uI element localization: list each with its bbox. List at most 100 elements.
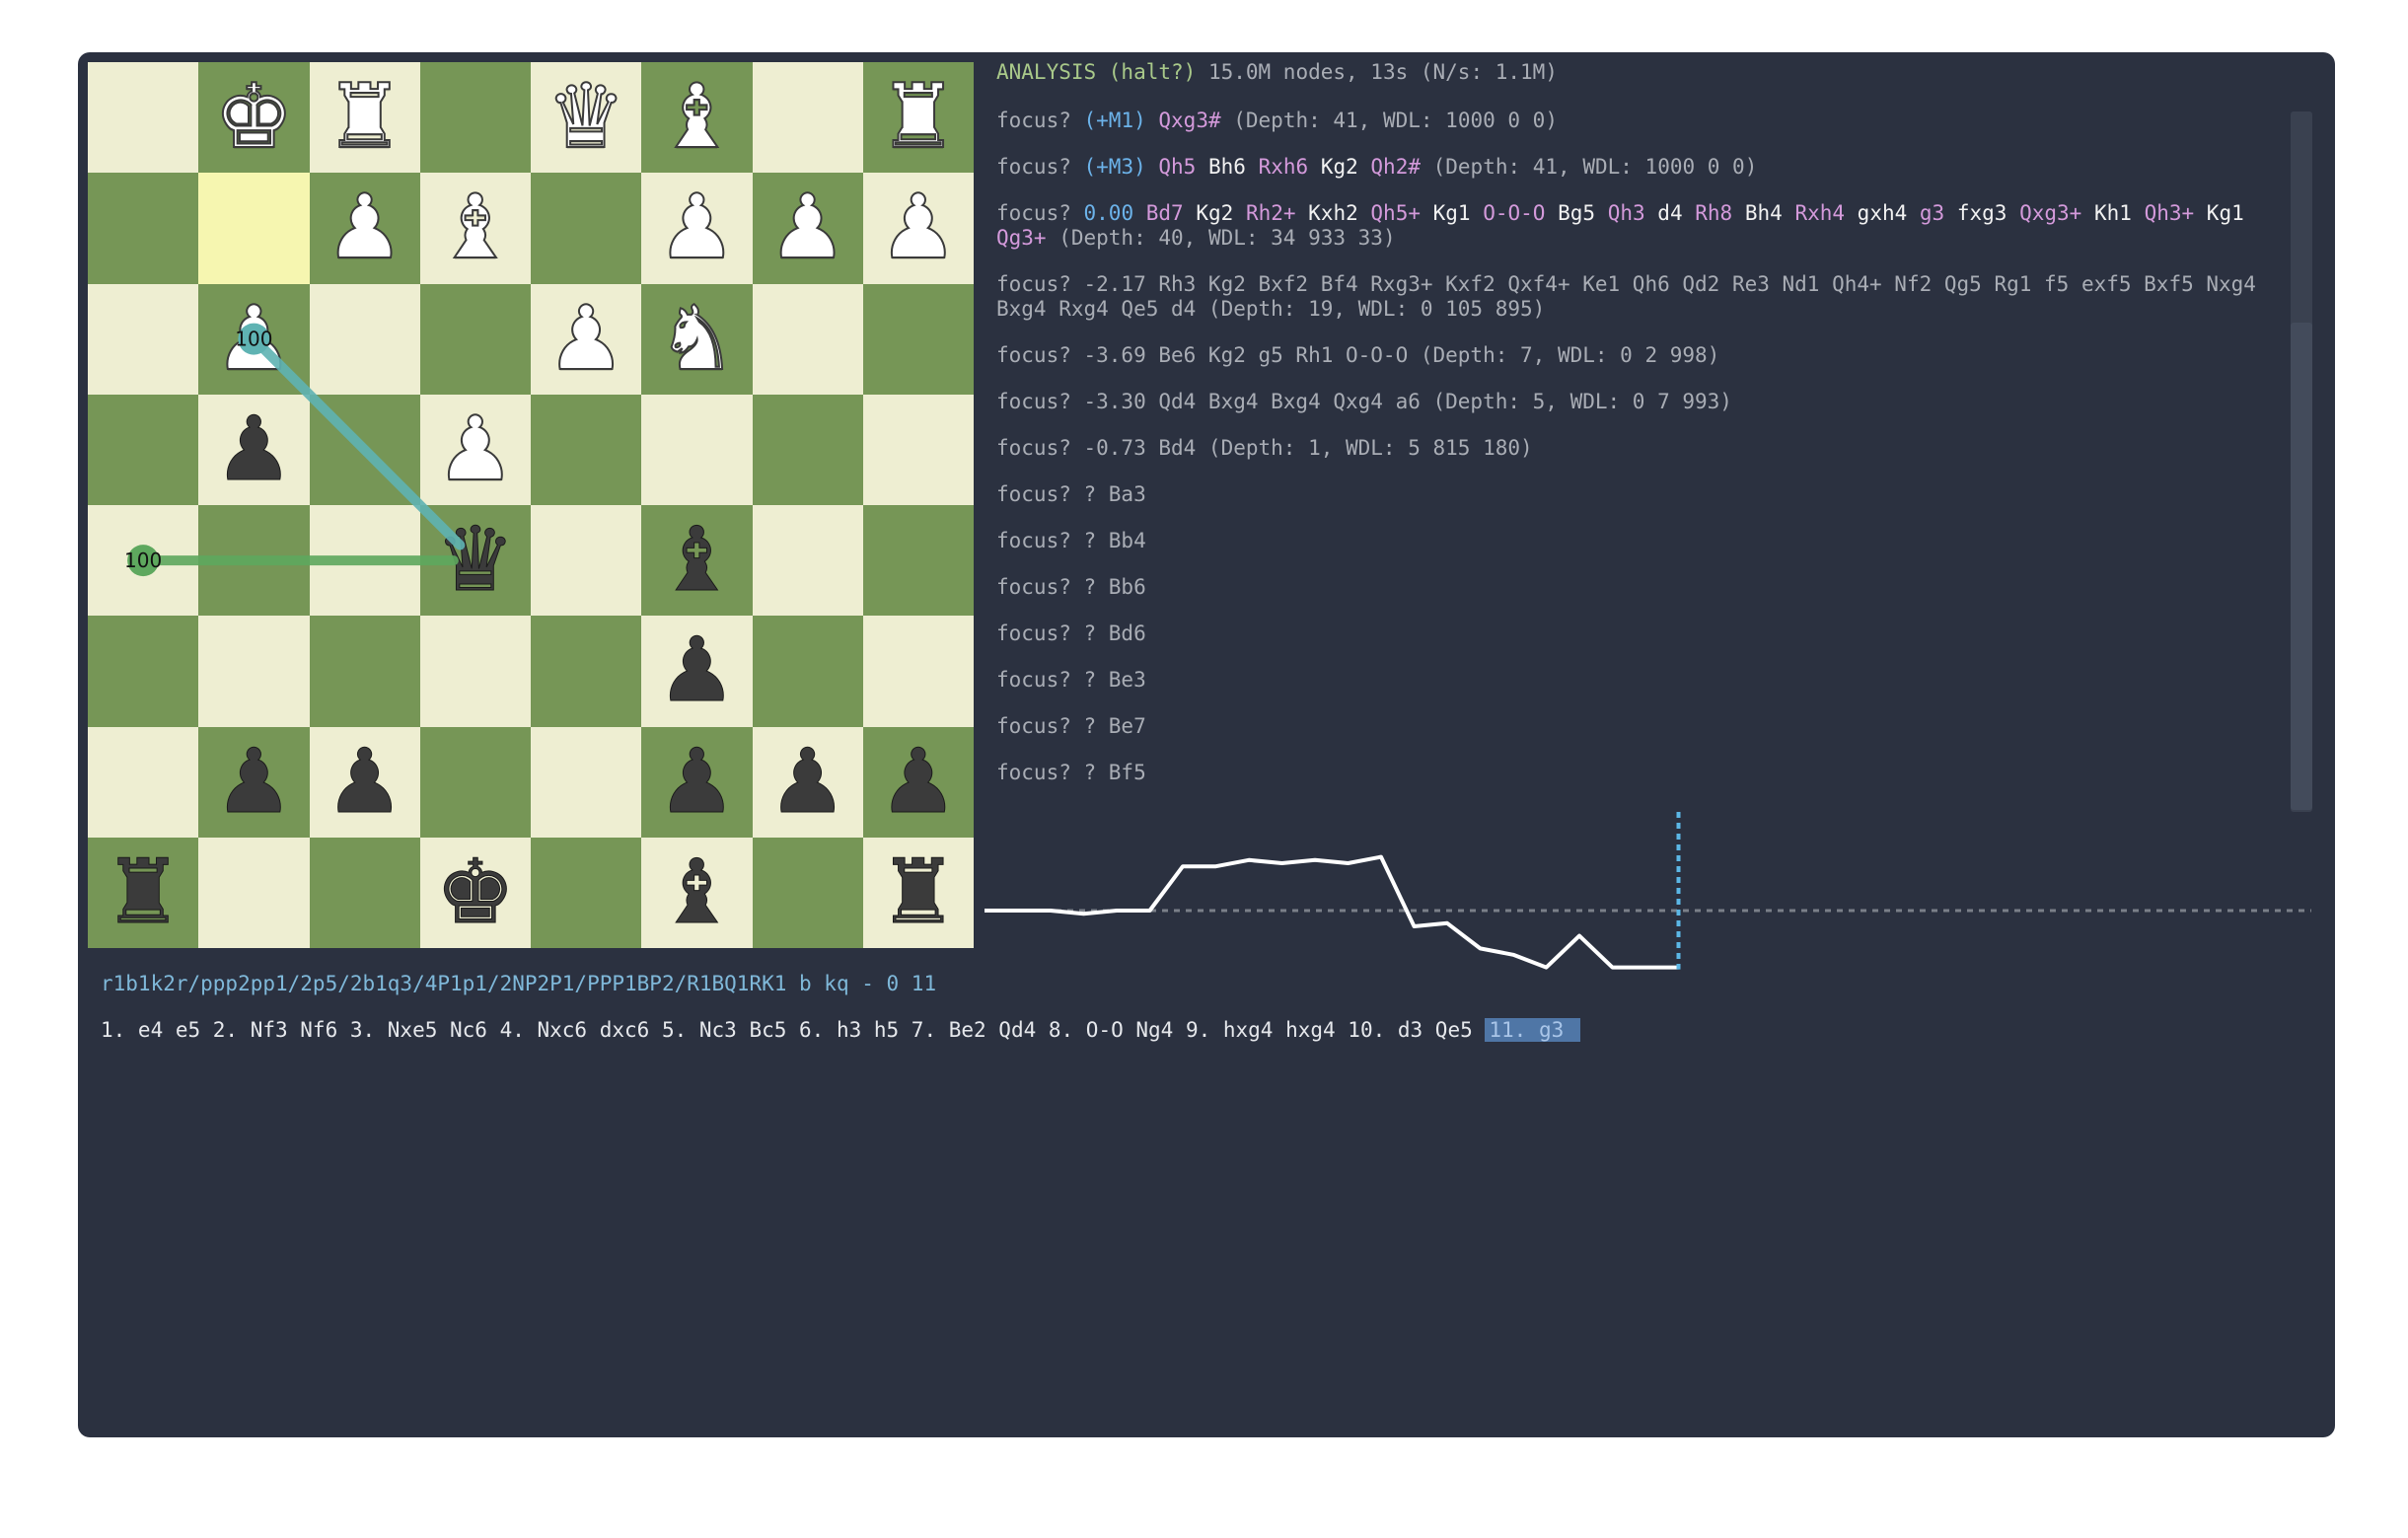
square-c2[interactable]: ♟ [309, 726, 420, 838]
square-d4[interactable]: ♛ [419, 505, 531, 617]
square-f8[interactable]: ♝ [641, 62, 753, 174]
square-e4[interactable] [531, 505, 642, 617]
square-h3[interactable] [862, 616, 974, 727]
move-list-played[interactable]: 1. e4 e5 2. Nf3 Nf6 3. Nxe5 Nc6 4. Nxc6 … [101, 1018, 1485, 1042]
square-a2[interactable] [88, 726, 199, 838]
square-e1[interactable] [531, 837, 642, 948]
analysis-header[interactable]: ANALYSIS (halt?) 15.0M nodes, 13s (N/s: … [996, 60, 2299, 85]
square-a4[interactable] [88, 505, 199, 617]
chess-board[interactable]: ♚ ♜ ♛ ♝ ♜ ♟ ♝ ♟ ♟ ♟ ♟ ♟ ♞ ♟ ♟ ♛ ♝ ♟ ♟ ♟ ♟ ♟ ♟ ♜ ♚ ♝ ♜ [88, 62, 974, 948]
square-e5[interactable] [531, 394, 642, 505]
square-d8[interactable] [419, 62, 531, 174]
square-d3[interactable] [419, 616, 531, 727]
black-king-icon[interactable]: ♚ [435, 847, 516, 937]
analysis-line[interactable]: focus? -3.69 Be6 Kg2 g5 Rh1 O-O-O (Depth… [996, 343, 2299, 368]
analysis-scrollbar[interactable] [2291, 111, 2312, 812]
white-pawn-icon[interactable]: ♟ [766, 183, 848, 273]
move-list[interactable]: 1. e4 e5 2. Nf3 Nf6 3. Nxe5 Nc6 4. Nxc6 … [101, 1018, 1580, 1042]
square-h5[interactable] [862, 394, 974, 505]
square-b3[interactable] [198, 616, 310, 727]
square-d7[interactable]: ♝ [419, 173, 531, 284]
square-c6[interactable] [309, 283, 420, 395]
analysis-line[interactable]: focus? ? Be3 [996, 668, 2299, 693]
black-pawn-icon[interactable]: ♟ [325, 737, 405, 827]
square-h6[interactable] [862, 283, 974, 395]
square-b8[interactable]: ♚ [198, 62, 310, 174]
analysis-line[interactable]: focus? (+M3) Qh5 Bh6 Rxh6 Kg2 Qh2# (Dept… [996, 155, 2299, 180]
black-pawn-icon[interactable]: ♟ [214, 404, 295, 494]
square-g7[interactable]: ♟ [752, 173, 863, 284]
black-queen-icon[interactable]: ♛ [435, 515, 516, 605]
analysis-line[interactable]: focus? -2.17 Rh3 Kg2 Bxf2 Bf4 Rxg3+ Kxf2… [996, 272, 2299, 322]
square-f3[interactable]: ♟ [641, 616, 753, 727]
analysis-line[interactable]: focus? ? Bf5 [996, 761, 2299, 785]
white-pawn-icon[interactable]: ♟ [324, 183, 405, 273]
square-b4[interactable] [198, 505, 310, 617]
white-pawn-icon[interactable]: ♟ [213, 293, 295, 384]
square-h2[interactable]: ♟ [862, 726, 974, 838]
square-e8[interactable]: ♛ [531, 62, 642, 174]
white-bishop-icon[interactable]: ♝ [435, 183, 517, 273]
square-d1[interactable]: ♚ [419, 837, 531, 948]
square-e7[interactable] [531, 173, 642, 284]
analysis-line[interactable]: focus? ? Ba3 [996, 482, 2299, 507]
square-b6[interactable]: ♟ [198, 283, 310, 395]
analysis-line[interactable]: focus? -3.30 Qd4 Bxg4 Bxg4 Qxg4 a6 (Dept… [996, 390, 2299, 414]
analysis-line[interactable]: focus? ? Bb4 [996, 529, 2299, 553]
square-g3[interactable] [752, 616, 863, 727]
square-c1[interactable] [309, 837, 420, 948]
white-king-icon[interactable]: ♚ [213, 72, 295, 163]
square-h7[interactable]: ♟ [862, 173, 974, 284]
black-pawn-icon[interactable]: ♟ [657, 625, 738, 715]
black-pawn-icon[interactable]: ♟ [767, 737, 848, 827]
analysis-line[interactable]: focus? -0.73 Bd4 (Depth: 1, WDL: 5 815 1… [996, 436, 2299, 461]
white-knight-icon[interactable]: ♞ [656, 293, 738, 384]
square-c3[interactable] [309, 616, 420, 727]
square-b1[interactable] [198, 837, 310, 948]
square-d2[interactable] [419, 726, 531, 838]
scrollbar-thumb[interactable] [2291, 323, 2312, 810]
square-a3[interactable] [88, 616, 199, 727]
white-pawn-icon[interactable]: ♟ [878, 183, 960, 273]
square-g1[interactable] [752, 837, 863, 948]
eval-graph[interactable] [985, 812, 2321, 1019]
square-b5[interactable]: ♟ [198, 394, 310, 505]
analysis-line[interactable]: focus? ? Be7 [996, 714, 2299, 739]
analysis-line[interactable]: focus? ? Bb6 [996, 575, 2299, 600]
white-bishop-icon[interactable]: ♝ [656, 72, 738, 163]
square-e6[interactable]: ♟ [531, 283, 642, 395]
analysis-line[interactable]: focus? ? Bd6 [996, 622, 2299, 646]
square-e3[interactable] [531, 616, 642, 727]
square-h4[interactable] [862, 505, 974, 617]
square-b7[interactable] [198, 173, 310, 284]
square-h8[interactable]: ♜ [862, 62, 974, 174]
black-bishop-icon[interactable]: ♝ [657, 847, 738, 937]
square-f1[interactable]: ♝ [641, 837, 753, 948]
square-g6[interactable] [752, 283, 863, 395]
black-pawn-icon[interactable]: ♟ [657, 737, 738, 827]
black-rook-icon[interactable]: ♜ [103, 847, 183, 937]
square-c8[interactable]: ♜ [309, 62, 420, 174]
black-rook-icon[interactable]: ♜ [878, 847, 959, 937]
square-a1[interactable]: ♜ [88, 837, 199, 948]
fen-string[interactable]: r1b1k2r/ppp2pp1/2p5/2b1q3/4P1p1/2NP2P1/P… [101, 972, 936, 995]
square-a7[interactable] [88, 173, 199, 284]
black-pawn-icon[interactable]: ♟ [878, 737, 959, 827]
square-g2[interactable]: ♟ [752, 726, 863, 838]
square-f6[interactable]: ♞ [641, 283, 753, 395]
white-pawn-icon[interactable]: ♟ [656, 183, 738, 273]
white-queen-icon[interactable]: ♛ [546, 72, 627, 163]
square-d6[interactable] [419, 283, 531, 395]
square-b2[interactable]: ♟ [198, 726, 310, 838]
white-pawn-icon[interactable]: ♟ [546, 293, 627, 384]
square-a6[interactable] [88, 283, 199, 395]
square-f7[interactable]: ♟ [641, 173, 753, 284]
square-f5[interactable] [641, 394, 753, 505]
white-rook-icon[interactable]: ♜ [878, 72, 960, 163]
square-c5[interactable] [309, 394, 420, 505]
current-move[interactable]: 11. g3 [1485, 1018, 1580, 1042]
square-f2[interactable]: ♟ [641, 726, 753, 838]
square-f4[interactable]: ♝ [641, 505, 753, 617]
square-g5[interactable] [752, 394, 863, 505]
analysis-line[interactable]: focus? (+M1) Qxg3# (Depth: 41, WDL: 1000… [996, 109, 2299, 133]
